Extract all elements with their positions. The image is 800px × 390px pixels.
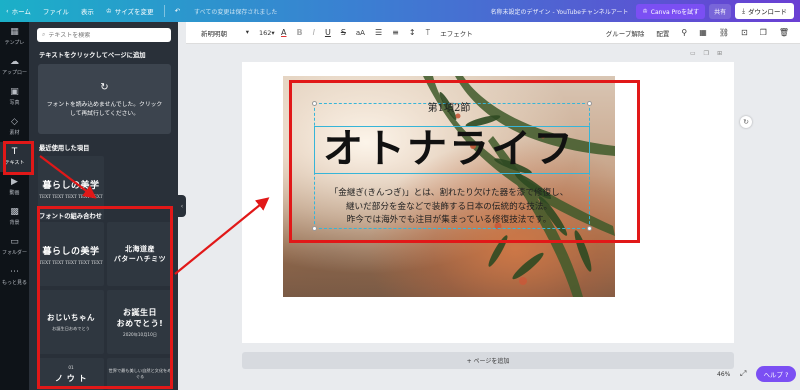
effects-button[interactable]: エフェクト xyxy=(435,28,478,38)
add-page-button[interactable]: + ページを追加 xyxy=(242,352,734,369)
add-text-heading: テキストをクリックしてページに追加 xyxy=(39,52,146,59)
copy-style-icon[interactable]: ⚲ xyxy=(676,28,692,37)
delete-icon[interactable]: 🗑 xyxy=(774,28,794,37)
rail-item-more[interactable]: ⋯ もっと見る xyxy=(0,262,29,292)
search-input[interactable] xyxy=(48,31,159,39)
text-color-button[interactable]: A xyxy=(276,28,291,37)
highlight-box-canvas-text xyxy=(289,80,640,243)
chevron-down-icon: ▾ xyxy=(245,27,249,36)
home-button[interactable]: ‹ ホーム xyxy=(0,6,37,16)
link-icon[interactable]: ⛓ xyxy=(714,28,734,37)
download-icon: ⤓ xyxy=(742,6,745,15)
highlight-box-font-combos xyxy=(37,206,173,389)
bold-button[interactable]: B xyxy=(291,28,307,37)
search-icon: ⌕ xyxy=(42,31,46,38)
crown-icon: ♔ xyxy=(642,7,648,15)
highlight-box-text-tab xyxy=(3,141,34,175)
text-toolbar: 新明明朝 ▾ 162 ▾ A B I U S aA ☰ ≡ ↕ ⟙ エフェクト グル… xyxy=(186,22,800,44)
help-button[interactable]: ヘルプ ? xyxy=(756,366,796,382)
rail-item-video[interactable]: ▶ 動画 xyxy=(0,172,29,202)
align-center-icon[interactable]: ☰ xyxy=(370,28,387,37)
add-page-icon[interactable]: ⊞ xyxy=(717,50,722,57)
arrange-button[interactable]: 配置 xyxy=(651,28,674,38)
spacing-icon[interactable]: ↕ xyxy=(404,28,421,37)
chevron-left-icon: ‹ xyxy=(6,7,9,15)
document-title[interactable]: 名称未設定のデザイン - YouTubeチャンネルアート xyxy=(491,7,637,16)
video-icon: ▶ xyxy=(11,177,18,187)
lock-icon[interactable]: ⊡ xyxy=(736,28,753,37)
rail-item-elements[interactable]: ◇ 素材 xyxy=(0,112,29,142)
crown-icon: ♔ xyxy=(105,7,112,15)
note-icon[interactable]: ▭ xyxy=(690,50,696,57)
elements-icon: ◇ xyxy=(11,117,18,127)
folder-icon: ▭ xyxy=(10,237,19,247)
undo-button[interactable]: ↶ xyxy=(169,7,186,15)
font-size-select[interactable]: 162 ▾ xyxy=(254,29,276,37)
refresh-icon: ↻ xyxy=(100,81,109,93)
vertical-text-icon[interactable]: ⟙ xyxy=(421,28,436,38)
upload-icon: ☁ xyxy=(10,57,19,67)
resize-button[interactable]: ♔ サイズを変更 xyxy=(100,6,160,16)
rail-item-uploads[interactable]: ☁ アップロー xyxy=(0,52,29,82)
photo-icon: ▣ xyxy=(10,87,19,97)
case-button[interactable]: aA xyxy=(351,29,370,37)
duplicate-icon[interactable]: ❐ xyxy=(755,28,772,37)
list-icon[interactable]: ≡ xyxy=(387,28,404,37)
recent-heading: 最近使用した項目 xyxy=(39,145,90,152)
search-box[interactable]: ⌕ xyxy=(37,28,171,42)
font-family-select[interactable]: 新明明朝 ▾ xyxy=(196,28,254,38)
save-status: すべての変更は保存されました xyxy=(194,8,278,16)
fullscreen-icon[interactable]: ⤢ xyxy=(740,369,746,379)
rail-item-folder[interactable]: ▭ フォルダー xyxy=(0,232,29,262)
transparency-icon[interactable]: ▦ xyxy=(694,28,712,37)
more-icon: ⋯ xyxy=(10,267,19,277)
toolbar-right: グループ解除 配置 ⚲ ▦ ⛓ ⊡ ❐ 🗑 xyxy=(601,28,800,38)
zoom-level[interactable]: 46% xyxy=(717,371,730,378)
rail-item-photos[interactable]: ▣ 写真 xyxy=(0,82,29,112)
template-icon: ▦ xyxy=(10,27,19,37)
underline-button[interactable]: U xyxy=(320,28,336,37)
rail-item-templates[interactable]: ▦ テンプレ xyxy=(0,22,29,52)
rotate-icon[interactable]: ↻ xyxy=(740,116,752,128)
try-pro-button[interactable]: ♔ Canva Proを試す xyxy=(636,3,706,19)
strikethrough-button[interactable]: S xyxy=(336,28,351,37)
collapse-panel-button[interactable]: ‹ xyxy=(178,195,186,217)
page-actions: ▭ ❐ ⊞ xyxy=(690,50,722,57)
left-nav-rail: ▦ テンプレ ☁ アップロー ▣ 写真 ◇ 素材 T テキスト ▶ 動画 ▩ 背景 ▭ フォルダ… xyxy=(0,22,29,390)
file-menu[interactable]: ファイル xyxy=(37,6,75,16)
download-button[interactable]: ⤓ ダウンロード xyxy=(735,3,794,19)
duplicate-page-icon[interactable]: ❐ xyxy=(704,50,709,57)
background-icon: ▩ xyxy=(10,207,19,217)
chevron-down-icon: ▾ xyxy=(271,28,275,37)
top-bar: ‹ ホーム ファイル 表示 ♔ サイズを変更 ↶ すべての変更は保存されました 名称… xyxy=(0,0,800,22)
ungroup-button[interactable]: グループ解除 xyxy=(601,28,650,38)
italic-button[interactable]: I xyxy=(308,28,320,37)
font-load-error[interactable]: ↻ フォントを読み込めませんでした。クリックして再試行してください。 xyxy=(38,64,171,134)
share-button[interactable]: 共有 xyxy=(709,3,732,19)
view-menu[interactable]: 表示 xyxy=(75,6,100,16)
rail-item-background[interactable]: ▩ 背景 xyxy=(0,202,29,232)
divider xyxy=(163,5,165,17)
